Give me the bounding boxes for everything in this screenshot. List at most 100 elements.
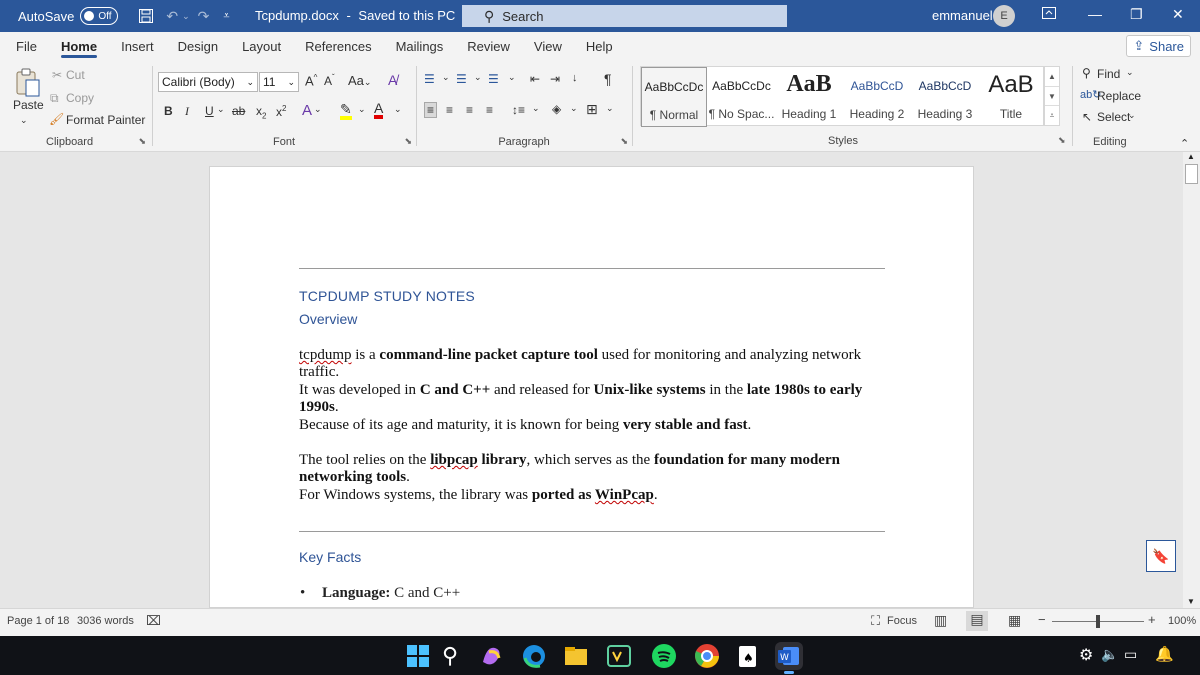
font-launcher-icon[interactable]: ⬊ (404, 136, 412, 147)
search-icon[interactable]: ⚲ (436, 642, 464, 670)
find-button[interactable]: Find (1097, 67, 1120, 81)
redo-icon[interactable]: ↷ (198, 8, 210, 25)
paste-icon[interactable] (12, 66, 42, 100)
chevron-down-icon[interactable]: ⌄ (358, 104, 366, 115)
zoom-out-icon[interactable]: − (1038, 612, 1046, 627)
select-button[interactable]: Select (1097, 110, 1130, 124)
shrink-font-button[interactable]: Aˇ (324, 73, 335, 88)
scroll-thumb[interactable] (1185, 164, 1198, 184)
superscript-button[interactable]: x2 (276, 104, 286, 119)
copilot-icon[interactable] (477, 642, 505, 670)
styles-scroll[interactable]: ▲ ▼ ⩡ (1044, 66, 1060, 126)
chrome-icon[interactable] (693, 642, 721, 670)
document-name[interactable]: Tcpdump.docx - Saved to this PC ⌄ (255, 8, 469, 23)
tab-help[interactable]: Help (574, 32, 625, 60)
bullets-icon[interactable]: ☰ (424, 72, 435, 86)
paragraph-launcher-icon[interactable]: ⬊ (620, 136, 628, 147)
style-title[interactable]: AaB Title (979, 67, 1043, 127)
zoom-level[interactable]: 100% (1168, 615, 1196, 627)
show-marks-icon[interactable]: ¶ (604, 71, 612, 87)
collapse-ribbon-icon[interactable]: ⌃ (1180, 137, 1189, 150)
chevron-down-icon[interactable]: ⌄ (474, 72, 482, 83)
strikethrough-button[interactable]: ab (232, 104, 245, 118)
multilevel-list-icon[interactable]: ☰ (488, 72, 499, 86)
chevron-up-icon[interactable]: ▲ (1045, 67, 1059, 86)
numbering-icon[interactable]: ☰ (456, 72, 467, 86)
focus-icon[interactable]: ⛶ (871, 613, 880, 629)
focus-button[interactable]: Focus (887, 615, 917, 627)
chevron-down-icon[interactable]: ⌄ (442, 72, 450, 83)
text-effects-icon[interactable]: A (302, 102, 312, 119)
align-left-icon[interactable]: ≡ (424, 102, 438, 118)
web-layout-icon[interactable]: ▦ (1008, 612, 1021, 629)
notifications-icon[interactable]: 🔔 (1155, 645, 1174, 663)
word-count[interactable]: 3036 words (77, 615, 134, 627)
copy-button[interactable]: Copy (66, 91, 94, 105)
spotify-icon[interactable] (650, 642, 678, 670)
font-color-icon[interactable]: A (374, 101, 384, 119)
file-explorer-icon[interactable] (562, 642, 590, 670)
undo-dropdown-icon[interactable]: ⌄ (182, 11, 190, 22)
style-normal[interactable]: AaBbCcDc ¶ Normal (641, 67, 707, 127)
align-right-icon[interactable]: ≡ (466, 103, 473, 117)
visual-studio-icon[interactable] (605, 642, 633, 670)
chevron-down-icon[interactable]: ⌄ (314, 104, 322, 115)
restore-icon[interactable]: ❐ (1130, 6, 1143, 23)
autosave-toggle[interactable]: Off (80, 7, 119, 25)
underline-button[interactable]: U (205, 104, 214, 118)
tab-home[interactable]: Home (49, 32, 109, 60)
replace-button[interactable]: Replace (1097, 89, 1141, 103)
word-icon[interactable]: W (775, 642, 803, 670)
customize-toolbar-icon[interactable]: ⩡ (223, 10, 229, 23)
styles-launcher-icon[interactable]: ⬊ (1058, 135, 1066, 146)
solitaire-icon[interactable]: ♠ (734, 642, 762, 670)
clear-formatting-icon[interactable]: A̸ (388, 72, 397, 88)
tab-design[interactable]: Design (166, 32, 230, 60)
font-name-select[interactable]: Calibri (Body) ⌄ (158, 72, 258, 92)
chevron-down-icon[interactable]: ⌄ (394, 104, 402, 115)
shading-icon[interactable]: ◈ (552, 102, 561, 116)
proofing-icon[interactable]: ⌧ (146, 613, 161, 629)
clipboard-launcher-icon[interactable]: ⬊ (138, 136, 146, 147)
chevron-down-icon[interactable]: ⌄ (508, 72, 516, 83)
read-mode-icon[interactable]: ▥ (934, 612, 947, 629)
tab-review[interactable]: Review (455, 32, 522, 60)
comment-icon[interactable]: 🔖 (1146, 540, 1176, 572)
page-count[interactable]: Page 1 of 18 (7, 615, 69, 627)
save-icon[interactable] (138, 8, 154, 24)
decrease-indent-icon[interactable]: ⇤ (530, 72, 540, 86)
underline-dropdown-icon[interactable]: ⌄ (217, 104, 225, 115)
format-painter-button[interactable]: Format Painter (66, 113, 145, 127)
paste-dropdown-icon[interactable]: ⌄ (20, 115, 28, 126)
style-heading-2[interactable]: AaBbCcD Heading 2 (843, 67, 911, 127)
volume-icon[interactable]: 🔈 (1101, 646, 1118, 663)
document-page[interactable]: TCPDUMP STUDY NOTES Overview tcpdump is … (209, 166, 974, 608)
borders-icon[interactable]: ⊞ (586, 101, 598, 118)
align-center-icon[interactable]: ≡ (446, 103, 453, 117)
tab-view[interactable]: View (522, 32, 574, 60)
minimize-icon[interactable]: — (1088, 6, 1102, 22)
chevron-down-icon[interactable]: ⌄ (532, 103, 540, 114)
close-icon[interactable]: ✕ (1172, 6, 1184, 23)
chevron-down-icon[interactable]: ⌄ (1126, 67, 1134, 78)
share-button[interactable]: ⇪ Share (1126, 35, 1191, 57)
italic-button[interactable]: I (185, 104, 189, 119)
edge-icon[interactable] (520, 642, 548, 670)
sort-icon[interactable]: ↓ (572, 72, 578, 84)
style-heading-3[interactable]: AaBbCcD Heading 3 (911, 67, 979, 127)
change-case-button[interactable]: Aa⌄ (348, 73, 371, 88)
style-heading-1[interactable]: AaB Heading 1 (775, 67, 843, 127)
scroll-down-icon[interactable]: ▼ (1187, 597, 1195, 606)
scroll-up-icon[interactable]: ▲ (1187, 152, 1195, 161)
zoom-in-icon[interactable]: + (1148, 612, 1156, 627)
search-box[interactable]: ⚲ Search (462, 5, 787, 27)
chevron-down-icon[interactable]: ⌄ (1128, 110, 1136, 121)
chevron-down-icon[interactable]: ⌄ (606, 103, 614, 114)
line-spacing-icon[interactable]: ↕≡ (512, 103, 525, 117)
styles-more-icon[interactable]: ⩡ (1045, 105, 1059, 125)
paste-label[interactable]: Paste (13, 98, 44, 112)
print-layout-icon[interactable]: ▤ (966, 611, 988, 631)
highlight-color-icon[interactable]: ✎ (340, 102, 352, 120)
cut-button[interactable]: Cut (66, 68, 85, 82)
start-icon[interactable] (404, 642, 432, 670)
